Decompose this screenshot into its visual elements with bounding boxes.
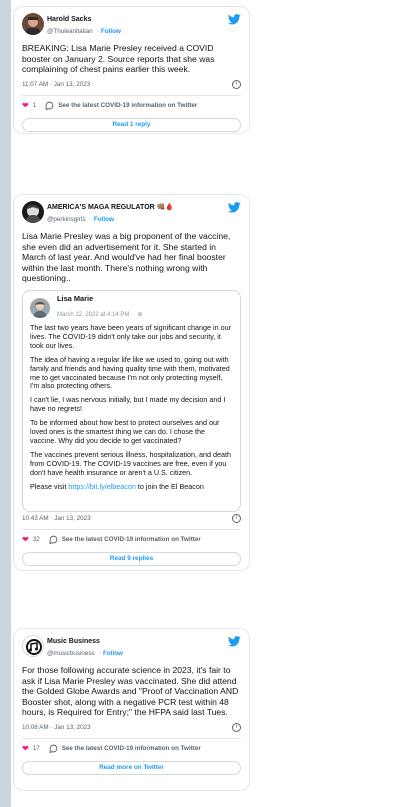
quoted-paragraph: I can't lie, I was nervous initially, bu…: [30, 395, 226, 414]
speech-bubble-icon: [45, 101, 54, 111]
avatar[interactable]: [22, 635, 44, 657]
author-handle[interactable]: @perkinsgirl1: [47, 216, 86, 223]
tweet-header: Harold Sacks @Thuleanltalian · Follow: [22, 13, 241, 39]
author-name[interactable]: Harold Sacks: [47, 15, 121, 24]
quoted-date: March 12, 2022 at 4:14 PM ·: [57, 312, 134, 319]
twitter-bird-icon[interactable]: [228, 636, 241, 647]
quoted-avatar: [30, 297, 50, 318]
like-count: 17: [32, 745, 40, 753]
info-icon[interactable]: i: [232, 723, 241, 733]
covid-info-link[interactable]: See the latest COVID-19 information on T…: [62, 745, 201, 752]
quoted-author-name: Lisa Marie: [57, 294, 94, 304]
tweet-timestamp[interactable]: 10:08 AM · Jan 13, 2023: [22, 724, 91, 731]
covid-info-link[interactable]: See the latest COVID-19 information on T…: [62, 536, 201, 543]
tweet-header: AMERICA'S MAGA REGULATOR 👊🏽🩸 @perkinsgir…: [22, 201, 241, 227]
quoted-paragraph: To be informed about how best to protect…: [30, 418, 220, 445]
covid-info-link[interactable]: See the latest COVID-19 information on T…: [58, 102, 197, 109]
avatar[interactable]: [22, 201, 44, 223]
author-name[interactable]: Music Business: [47, 637, 123, 646]
follow-button[interactable]: Follow: [101, 28, 121, 35]
tweet-text: Lisa Marie Presley was a big proponent o…: [22, 231, 231, 284]
like-count: 1: [32, 102, 37, 110]
follow-button[interactable]: Follow: [94, 216, 114, 223]
heart-icon[interactable]: ❤: [22, 744, 29, 753]
tweet-card-harold-sacks: Harold Sacks @Thuleanltalian · Follow BR…: [13, 6, 250, 134]
tweet-timestamp[interactable]: 10:43 AM · Jan 13, 2023: [22, 515, 91, 522]
avatar[interactable]: [22, 13, 44, 35]
info-icon[interactable]: i: [232, 80, 241, 90]
quoted-paragraph: The last two years have been years of si…: [30, 322, 231, 350]
tweet-timestamp[interactable]: 11:07 AM · Jan 13, 2023: [22, 81, 90, 88]
divider: [22, 94, 241, 96]
twitter-bird-icon[interactable]: [228, 14, 241, 25]
beacon-link[interactable]: https://bit.ly/elbeacon: [68, 482, 136, 491]
speech-bubble-icon: [49, 536, 58, 545]
divider: [22, 528, 241, 530]
embedded-facebook-post[interactable]: Lisa Marie March 12, 2022 at 4:14 PM · ⊕…: [22, 289, 241, 512]
quoted-paragraph: The vaccines prevent serious illness, ho…: [30, 449, 231, 477]
author-name[interactable]: AMERICA'S MAGA REGULATOR: [47, 204, 155, 211]
heart-icon[interactable]: ❤: [22, 101, 29, 110]
left-scroll-edge: [0, 0, 11, 807]
author-handle[interactable]: @musicbusiness: [47, 650, 95, 657]
name-emoji: 👊🏽🩸: [156, 204, 175, 211]
divider: [22, 737, 241, 739]
follow-button[interactable]: Follow: [103, 650, 123, 657]
info-icon[interactable]: i: [232, 514, 241, 524]
tweet-text: For those following accurate science in …: [22, 665, 239, 718]
heart-icon[interactable]: ❤: [22, 535, 29, 544]
globe-icon: ⊕: [137, 312, 143, 319]
read-replies-button[interactable]: Read 9 replies: [22, 551, 241, 566]
tweet-header: Music Business @musicbusiness · Follow: [22, 635, 241, 661]
quoted-paragraph: The idea of having a regular life like w…: [30, 354, 230, 391]
quoted-paragraph-last: Please visit https://bit.ly/elbeacon to …: [30, 481, 204, 491]
author-handle[interactable]: @Thuleanltalian: [47, 28, 93, 35]
twitter-bird-icon[interactable]: [228, 202, 241, 213]
read-replies-button[interactable]: Read 1 reply: [22, 117, 241, 132]
speech-bubble-icon: [49, 745, 58, 754]
tweet-card-maga-regulator: AMERICA'S MAGA REGULATOR 👊🏽🩸 @perkinsgir…: [13, 194, 250, 571]
tweet-text: BREAKING: Lisa Marie Presley received a …: [22, 43, 215, 75]
tweet-card-music-business: Music Business @musicbusiness · Follow F…: [13, 628, 250, 791]
read-more-button[interactable]: Read more on Twitter: [22, 760, 241, 775]
like-count: 32: [32, 536, 40, 544]
